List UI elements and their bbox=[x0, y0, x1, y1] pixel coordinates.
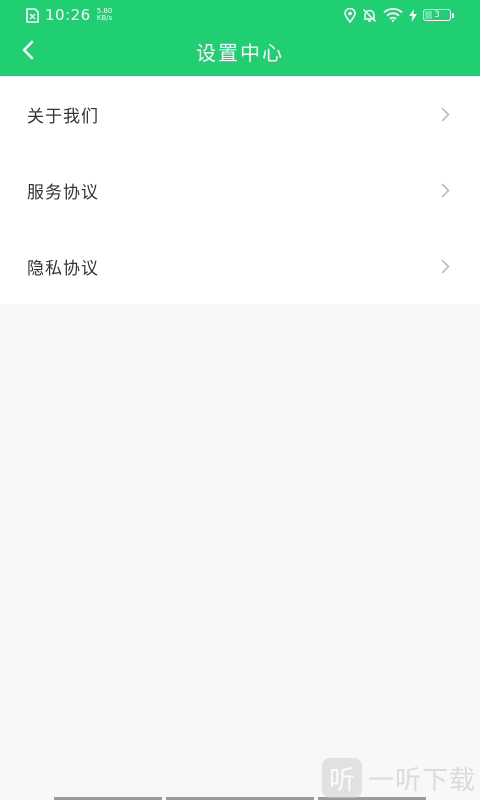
charging-bolt-icon bbox=[409, 8, 417, 22]
watermark-text: 一听下载 bbox=[367, 765, 476, 796]
menu-item-label: 隐私协议 bbox=[27, 258, 99, 279]
network-speed-unit: KB/s bbox=[96, 14, 113, 22]
status-bar: 10:26 5.80 KB/s 3 bbox=[0, 0, 480, 30]
network-speed: 5.80 KB/s bbox=[97, 8, 113, 22]
battery-icon: 3 bbox=[423, 9, 454, 21]
menu-item-about-us[interactable]: 关于我们 bbox=[0, 76, 480, 152]
mute-bell-icon bbox=[362, 8, 377, 23]
app-header: 10:26 5.80 KB/s 3 设置中心 bbox=[0, 0, 480, 76]
menu-item-service-agreement[interactable]: 服务协议 bbox=[0, 152, 480, 228]
sim-card-icon bbox=[26, 7, 39, 23]
chevron-right-icon bbox=[441, 259, 450, 274]
watermark-logo: 听 bbox=[321, 758, 362, 798]
status-time: 10:26 bbox=[45, 6, 91, 24]
chevron-left-icon bbox=[21, 40, 35, 64]
chevron-right-icon bbox=[441, 183, 450, 198]
page-title: 设置中心 bbox=[196, 41, 284, 65]
status-bar-left: 10:26 5.80 KB/s bbox=[26, 6, 112, 24]
settings-menu: 关于我们 服务协议 隐私协议 bbox=[0, 76, 480, 304]
menu-item-label: 关于我们 bbox=[27, 106, 99, 127]
battery-level: 3 bbox=[434, 9, 440, 20]
battery-cap bbox=[452, 12, 454, 18]
watermark: 听 一听下载 bbox=[321, 758, 476, 798]
battery-fill bbox=[425, 11, 432, 19]
battery-body: 3 bbox=[423, 9, 451, 21]
status-bar-right: 3 bbox=[344, 7, 454, 23]
menu-item-label: 服务协议 bbox=[27, 182, 99, 203]
chevron-right-icon bbox=[441, 107, 450, 122]
title-bar: 设置中心 bbox=[0, 30, 480, 76]
back-button[interactable] bbox=[12, 34, 44, 70]
location-icon bbox=[344, 7, 356, 23]
wifi-icon bbox=[383, 8, 403, 22]
menu-item-privacy-agreement[interactable]: 隐私协议 bbox=[0, 228, 480, 304]
